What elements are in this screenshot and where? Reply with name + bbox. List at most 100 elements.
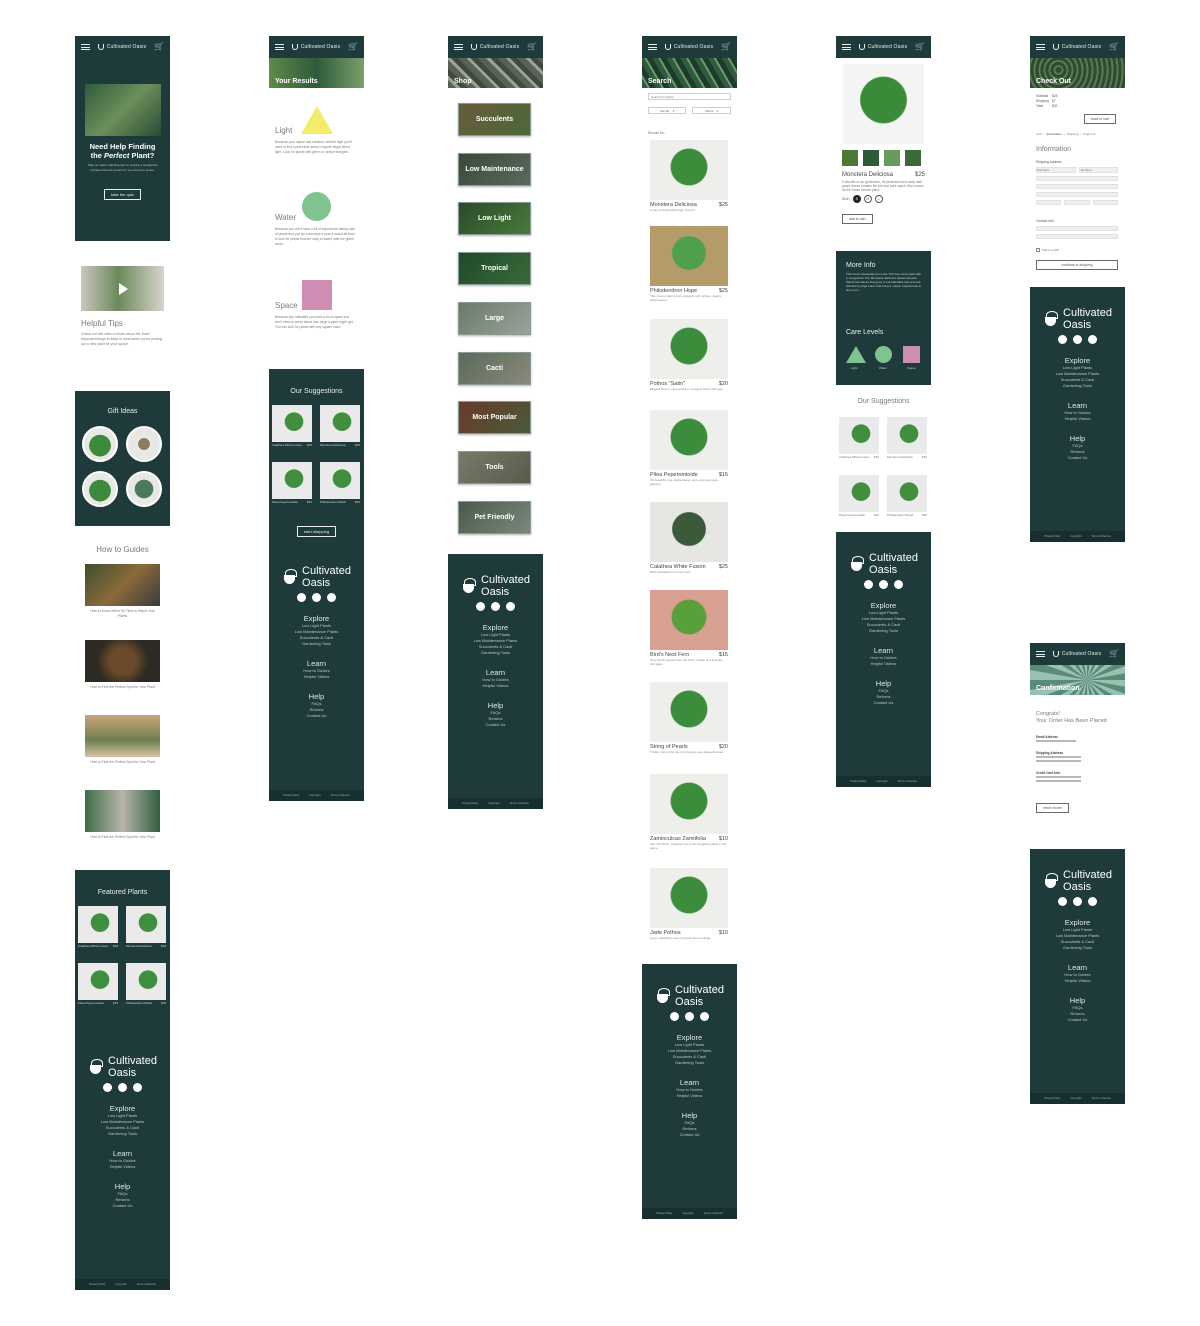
video-thumbnail[interactable] (81, 266, 164, 311)
size-option[interactable]: M (863, 195, 872, 203)
facebook-icon[interactable] (670, 1012, 679, 1021)
footer-link[interactable]: Gardening Tools (1030, 945, 1125, 951)
plant-list-item[interactable]: Bird's Nest Fern $15 New fronds appear fro… (650, 590, 728, 666)
footer-link[interactable]: Helpful Videos (836, 661, 931, 667)
footer-link[interactable]: Contact Us (269, 713, 364, 719)
youtube-icon[interactable] (1088, 897, 1097, 906)
back-to-cart-button[interactable]: back to cart (1084, 114, 1117, 124)
instagram-icon[interactable] (685, 1012, 694, 1021)
first-name-field[interactable] (1036, 167, 1076, 173)
plant-card[interactable]: Philodendron Brasil $25 (887, 475, 927, 517)
filters-dropdown[interactable]: Filters ▾ (692, 107, 731, 114)
category-tile[interactable]: Most Popular (458, 401, 531, 434)
youtube-icon[interactable] (327, 593, 336, 602)
category-tile[interactable]: Low Light (458, 202, 531, 235)
facebook-icon[interactable] (1058, 897, 1067, 906)
footer-link[interactable]: Contact Us (642, 1132, 737, 1138)
footer-link[interactable]: Helpful Videos (1030, 978, 1125, 984)
footer-logo[interactable]: Cultivated Oasis (448, 574, 543, 598)
footer-logo[interactable]: Cultivated Oasis (836, 552, 931, 576)
category-tile[interactable]: Large (458, 302, 531, 335)
footer-logo[interactable]: Cultivated Oasis (75, 1055, 170, 1079)
copyright-link[interactable]: Copyright (1070, 1097, 1081, 1100)
breadcrumb-item[interactable]: Shipping (1067, 132, 1079, 136)
plant-card[interactable]: Calathea White Fusion $25 (78, 906, 118, 948)
footer-logo[interactable]: Cultivated Oasis (1030, 307, 1125, 331)
terms-link[interactable]: Terms of Service (1091, 535, 1110, 538)
footer-link[interactable]: Gardening Tools (836, 628, 931, 634)
footer-link[interactable]: Helpful Videos (269, 674, 364, 680)
privacy-link[interactable]: Privacy Policy (1044, 1097, 1060, 1100)
cart-icon[interactable]: 🛒 (721, 43, 731, 51)
menu-icon[interactable] (1036, 44, 1045, 50)
plant-list-item[interactable]: Philodendron Hope $25 This cheery plant gr… (650, 226, 728, 302)
facebook-icon[interactable] (103, 1083, 112, 1092)
brand-logo[interactable]: Cultivated Oasis (97, 44, 147, 50)
footer-link[interactable]: Helpful Videos (448, 683, 543, 689)
facebook-icon[interactable] (1058, 335, 1067, 344)
continue-to-shipping-button[interactable]: continue to shipping (1036, 260, 1118, 270)
product-thumbnail[interactable] (863, 150, 879, 166)
youtube-icon[interactable] (894, 580, 903, 589)
size-option[interactable]: L (874, 195, 883, 203)
facebook-icon[interactable] (864, 580, 873, 589)
breadcrumb-item[interactable]: Information (1047, 132, 1062, 136)
search-input[interactable] (648, 93, 731, 100)
product-thumbnail[interactable] (905, 150, 921, 166)
plant-card[interactable]: Pilea Peperomioide $15 (78, 963, 118, 1005)
footer-logo[interactable]: Cultivated Oasis (1030, 869, 1125, 893)
brand-logo[interactable]: Cultivated Oasis (1052, 44, 1102, 50)
terms-link[interactable]: Terms of Service (897, 780, 916, 783)
instagram-icon[interactable] (1073, 897, 1082, 906)
footer-logo[interactable]: Cultivated Oasis (269, 565, 364, 589)
address-field[interactable] (1036, 176, 1118, 181)
zip-field[interactable] (1092, 200, 1118, 205)
cart-icon[interactable]: 🛒 (915, 43, 925, 51)
guide-card[interactable]: How to Find the Perfect Spot for Your Pl… (85, 640, 160, 690)
menu-icon[interactable] (275, 44, 284, 50)
city-field[interactable] (1036, 200, 1062, 205)
privacy-link[interactable]: Privacy Policy (89, 1283, 105, 1286)
category-tile[interactable]: Pet Friendly (458, 501, 531, 534)
gift-item[interactable] (126, 471, 162, 507)
plant-card[interactable]: Philodendron Brasil $25 (320, 462, 360, 504)
plant-card[interactable]: Pilea Peperomioide $15 (272, 462, 312, 504)
menu-icon[interactable] (1036, 651, 1045, 657)
category-tile[interactable]: Tools (458, 451, 531, 484)
gift-item[interactable] (82, 471, 118, 507)
youtube-icon[interactable] (1088, 335, 1097, 344)
instagram-icon[interactable] (312, 593, 321, 602)
take-quiz-button[interactable]: take the quiz (104, 189, 141, 200)
gift-checkbox[interactable] (1036, 248, 1040, 252)
footer-link[interactable]: Contact Us (75, 1203, 170, 1209)
plant-list-item[interactable]: Zamioculcas Zamiifolia $10 Aka "ZZ Plant".… (650, 774, 728, 850)
copyright-link[interactable]: Copyright (1070, 535, 1081, 538)
privacy-link[interactable]: Privacy Policy (850, 780, 866, 783)
cart-icon[interactable]: 🛒 (527, 43, 537, 51)
youtube-icon[interactable] (700, 1012, 709, 1021)
product-thumbnail[interactable] (884, 150, 900, 166)
copyright-link[interactable]: Copyright (309, 794, 320, 797)
instagram-icon[interactable] (491, 602, 500, 611)
footer-link[interactable]: Helpful Videos (75, 1164, 170, 1170)
breadcrumb-item[interactable]: Payment (1083, 132, 1095, 136)
privacy-link[interactable]: Privacy Policy (462, 802, 478, 805)
cart-icon[interactable]: 🛒 (1109, 43, 1119, 51)
footer-link[interactable]: Contact Us (1030, 455, 1125, 461)
menu-icon[interactable] (81, 44, 90, 50)
footer-link[interactable]: Helpful Videos (642, 1093, 737, 1099)
privacy-link[interactable]: Privacy Policy (656, 1212, 672, 1215)
product-thumbnail[interactable] (842, 150, 858, 166)
menu-icon[interactable] (648, 44, 657, 50)
plant-list-item[interactable]: Calathea White Fusion $25 Bold variegation… (650, 502, 728, 574)
brand-logo[interactable]: Cultivated Oasis (291, 44, 341, 50)
plant-card[interactable]: Pilea Peperomioide $15 (839, 475, 879, 517)
plant-card[interactable]: Monstera Deliciosa $25 (126, 906, 166, 948)
menu-icon[interactable] (842, 44, 851, 50)
plant-list-item[interactable]: Jade Pothos $10 Long, cascading vines and … (650, 868, 728, 940)
cart-icon[interactable]: 🛒 (154, 43, 164, 51)
terms-link[interactable]: Terms of Service (330, 794, 349, 797)
category-tile[interactable]: Succulents (458, 103, 531, 136)
copyright-link[interactable]: Copyright (876, 780, 887, 783)
gift-item[interactable] (82, 426, 118, 462)
